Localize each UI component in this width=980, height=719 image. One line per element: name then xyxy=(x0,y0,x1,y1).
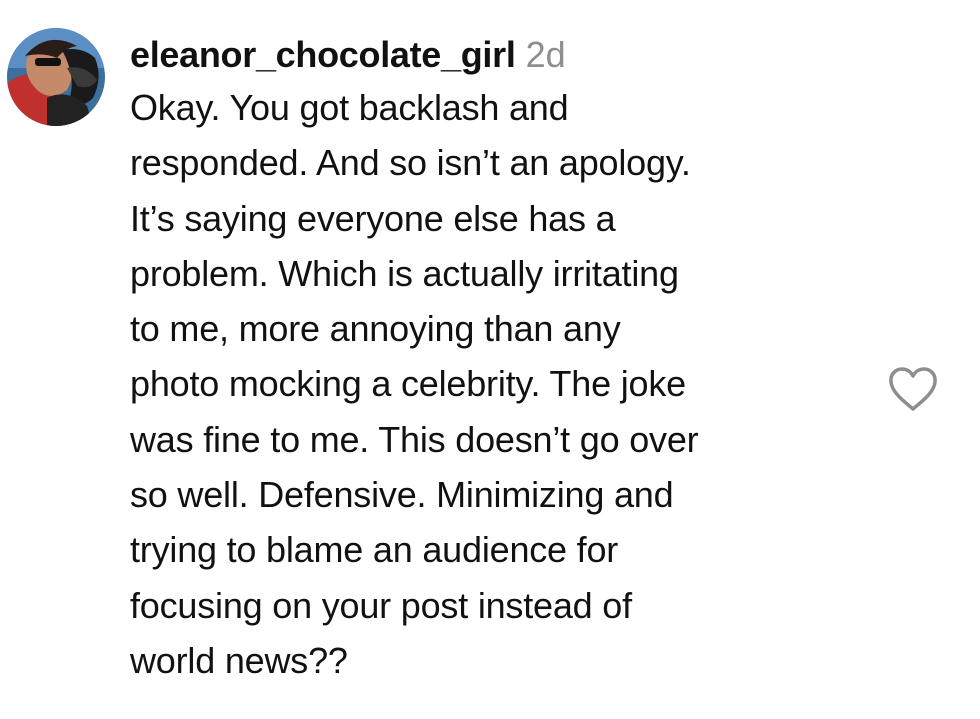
comment-body: eleanor_chocolate_girl 2d Okay. You got b… xyxy=(130,30,870,688)
comment-text: Okay. You got backlash and responded. An… xyxy=(130,80,870,688)
comment-line: photo mocking a celebrity. The joke xyxy=(130,363,686,405)
username[interactable]: eleanor_chocolate_girl xyxy=(130,34,516,75)
avatar[interactable] xyxy=(7,28,105,126)
heart-outline-icon xyxy=(889,367,937,411)
comment-line: world news?? xyxy=(130,639,348,681)
comment-line: responded. And so isn’t an apology. xyxy=(130,142,691,184)
comment-line: focusing on your post instead of xyxy=(130,584,632,626)
timestamp[interactable]: 2d xyxy=(526,34,566,75)
comment-line: Okay. You got backlash and xyxy=(130,87,569,128)
comment-line: problem. Which is actually irritating xyxy=(130,252,679,294)
comment: eleanor_chocolate_girl 2d Okay. You got b… xyxy=(0,0,980,719)
comment-header: eleanor_chocolate_girl 2d xyxy=(130,30,870,80)
comment-line: was fine to me. This doesn’t go over xyxy=(130,418,699,460)
comment-line: trying to blame an audience for xyxy=(130,529,619,571)
comment-line: to me, more annoying than any xyxy=(130,308,621,350)
avatar-photo xyxy=(7,28,105,126)
like-button[interactable] xyxy=(886,364,940,416)
comment-line: so well. Defensive. Minimizing and xyxy=(130,474,674,516)
comment-line: It’s saying everyone else has a xyxy=(130,197,616,239)
